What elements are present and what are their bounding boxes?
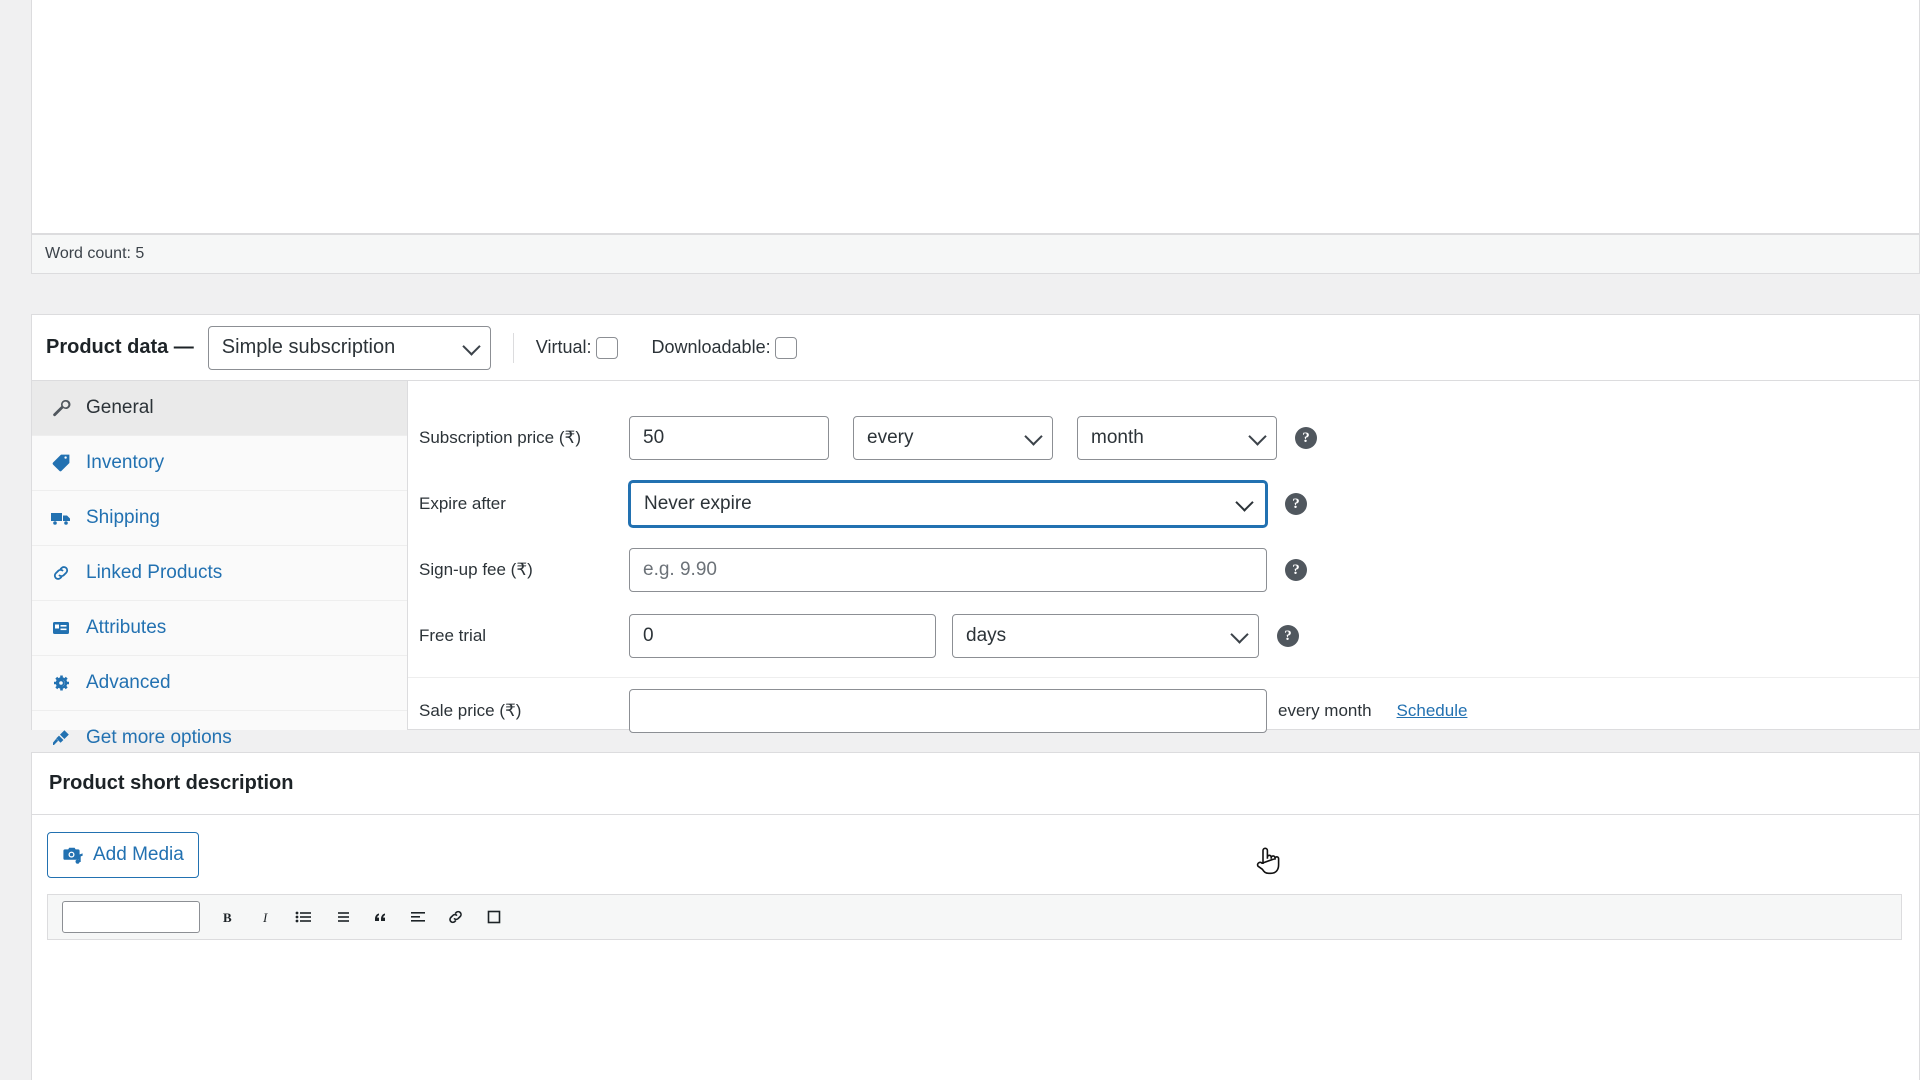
svg-text:I: I	[262, 910, 268, 925]
wordpress-product-editor-page: learnwoo Word count: 5 Product data — Si…	[0, 0, 1920, 1080]
free-trial-label: Free trial	[419, 626, 487, 645]
subscription-price-help-icon[interactable]: ?	[1295, 427, 1317, 449]
subscription-price-row: Subscription price (₹) 50 every month ?	[408, 405, 1919, 471]
numbered-list-icon[interactable]	[332, 907, 352, 927]
svg-text:B: B	[223, 910, 232, 925]
subscription-period-select[interactable]: month	[1077, 416, 1277, 460]
expire-after-row: Expire after Never expire ?	[408, 471, 1919, 537]
product-type-value: Simple subscription	[221, 336, 396, 358]
free-trial-row: Free trial 0 days ?	[408, 603, 1919, 669]
virtual-checkbox-group[interactable]: Virtual:	[535, 336, 618, 359]
signup-fee-input[interactable]: e.g. 9.90	[629, 548, 1267, 592]
sale-price-schedule-link[interactable]: Schedule	[1397, 701, 1468, 721]
short-description-title: Product short description	[32, 753, 1919, 815]
subscription-period-value: month	[1091, 427, 1144, 448]
tab-get-more-options-label: Get more options	[86, 727, 232, 748]
add-media-button[interactable]: Add Media	[47, 832, 199, 878]
subscription-interval-select[interactable]: every	[853, 416, 1053, 460]
free-trial-help-icon[interactable]: ?	[1277, 625, 1299, 647]
add-media-icon	[62, 844, 84, 866]
tab-attributes[interactable]: Attributes	[32, 601, 407, 656]
word-count-label: Word count: 5	[45, 245, 145, 262]
tab-advanced-label: Advanced	[86, 672, 171, 693]
editor-toolbar: B I	[47, 894, 1902, 940]
signup-fee-help-icon[interactable]: ?	[1285, 559, 1307, 581]
editor-content-pane[interactable]	[31, 0, 1920, 234]
expire-after-select[interactable]: Never expire	[629, 481, 1267, 527]
product-data-title: Product data —	[46, 336, 194, 358]
free-trial-period-value: days	[966, 625, 1007, 646]
link-icon[interactable]	[446, 907, 466, 927]
align-left-icon[interactable]	[408, 907, 428, 927]
downloadable-label: Downloadable:	[651, 337, 771, 357]
chevron-down-icon	[1248, 427, 1267, 446]
free-trial-input[interactable]: 0	[629, 614, 936, 658]
expire-after-value: Never expire	[644, 493, 752, 514]
subscription-price-value: 50	[643, 427, 665, 448]
subscription-interval-value: every	[867, 427, 914, 448]
free-trial-value: 0	[643, 625, 654, 646]
attributes-icon	[48, 617, 74, 639]
tab-inventory-label: Inventory	[86, 452, 165, 473]
tab-shipping-label: Shipping	[86, 507, 160, 528]
product-data-metabox: Product data — Simple subscription Virtu…	[31, 314, 1920, 875]
virtual-checkbox[interactable]	[595, 336, 618, 359]
wrench-icon	[48, 397, 74, 419]
product-data-tabs: General Inventory Shipping Linked Produc…	[32, 381, 408, 766]
general-options-panel: Subscription price (₹) 50 every month ?	[408, 381, 1919, 733]
truck-icon	[48, 507, 74, 529]
sale-price-suffix: every month	[1278, 700, 1372, 720]
chevron-down-icon	[1235, 493, 1254, 512]
quote-icon[interactable]	[370, 907, 390, 927]
subscription-price-label: Subscription price (₹)	[419, 428, 581, 447]
expire-after-label: Expire after	[419, 494, 506, 513]
tab-advanced[interactable]: Advanced	[32, 656, 407, 711]
tab-linked-products[interactable]: Linked Products	[32, 546, 407, 601]
bold-icon[interactable]: B	[218, 907, 238, 927]
word-count-bar: Word count: 5	[31, 234, 1920, 274]
tab-general[interactable]: General	[32, 381, 407, 436]
virtual-label: Virtual:	[535, 337, 592, 357]
signup-fee-row: Sign-up fee (₹) e.g. 9.90 ?	[408, 537, 1919, 603]
chevron-down-icon	[1230, 625, 1249, 644]
paragraph-format-select[interactable]	[62, 901, 200, 933]
header-divider	[512, 332, 514, 363]
gear-icon	[48, 672, 74, 694]
fullscreen-icon[interactable]	[484, 907, 504, 927]
tab-general-label: General	[86, 397, 154, 418]
tab-shipping[interactable]: Shipping	[32, 491, 407, 546]
link-icon	[48, 562, 74, 584]
italic-icon[interactable]: I	[256, 907, 276, 927]
short-description-body: Add Media B I	[32, 815, 1919, 940]
product-type-select[interactable]: Simple subscription	[207, 325, 491, 370]
sale-price-input[interactable]	[629, 688, 1267, 733]
signup-fee-placeholder: e.g. 9.90	[643, 559, 717, 580]
downloadable-checkbox-group[interactable]: Downloadable:	[651, 336, 797, 359]
inventory-icon	[48, 452, 74, 474]
expire-after-help-icon[interactable]: ?	[1285, 493, 1307, 515]
subscription-price-input[interactable]: 50	[629, 416, 829, 460]
tab-inventory[interactable]: Inventory	[32, 436, 407, 491]
bullet-list-icon[interactable]	[294, 907, 314, 927]
signup-fee-label: Sign-up fee (₹)	[419, 560, 533, 579]
tab-attributes-label: Attributes	[86, 617, 167, 638]
product-data-header: Product data — Simple subscription Virtu…	[32, 315, 1919, 381]
chevron-down-icon	[1024, 427, 1043, 446]
downloadable-checkbox[interactable]	[774, 336, 797, 359]
product-short-description-box: Product short description Add Media B I	[31, 752, 1920, 1080]
sale-price-label: Sale price (₹)	[419, 700, 522, 720]
free-trial-period-select[interactable]: days	[952, 614, 1259, 658]
tab-linked-products-label: Linked Products	[86, 562, 223, 583]
add-media-label: Add Media	[93, 844, 184, 865]
product-data-body: General Inventory Shipping Linked Produc…	[32, 381, 1919, 766]
sale-price-row: Sale price (₹) every month Schedule	[408, 677, 1919, 743]
chevron-down-icon	[462, 336, 481, 356]
plug-icon	[48, 727, 74, 749]
